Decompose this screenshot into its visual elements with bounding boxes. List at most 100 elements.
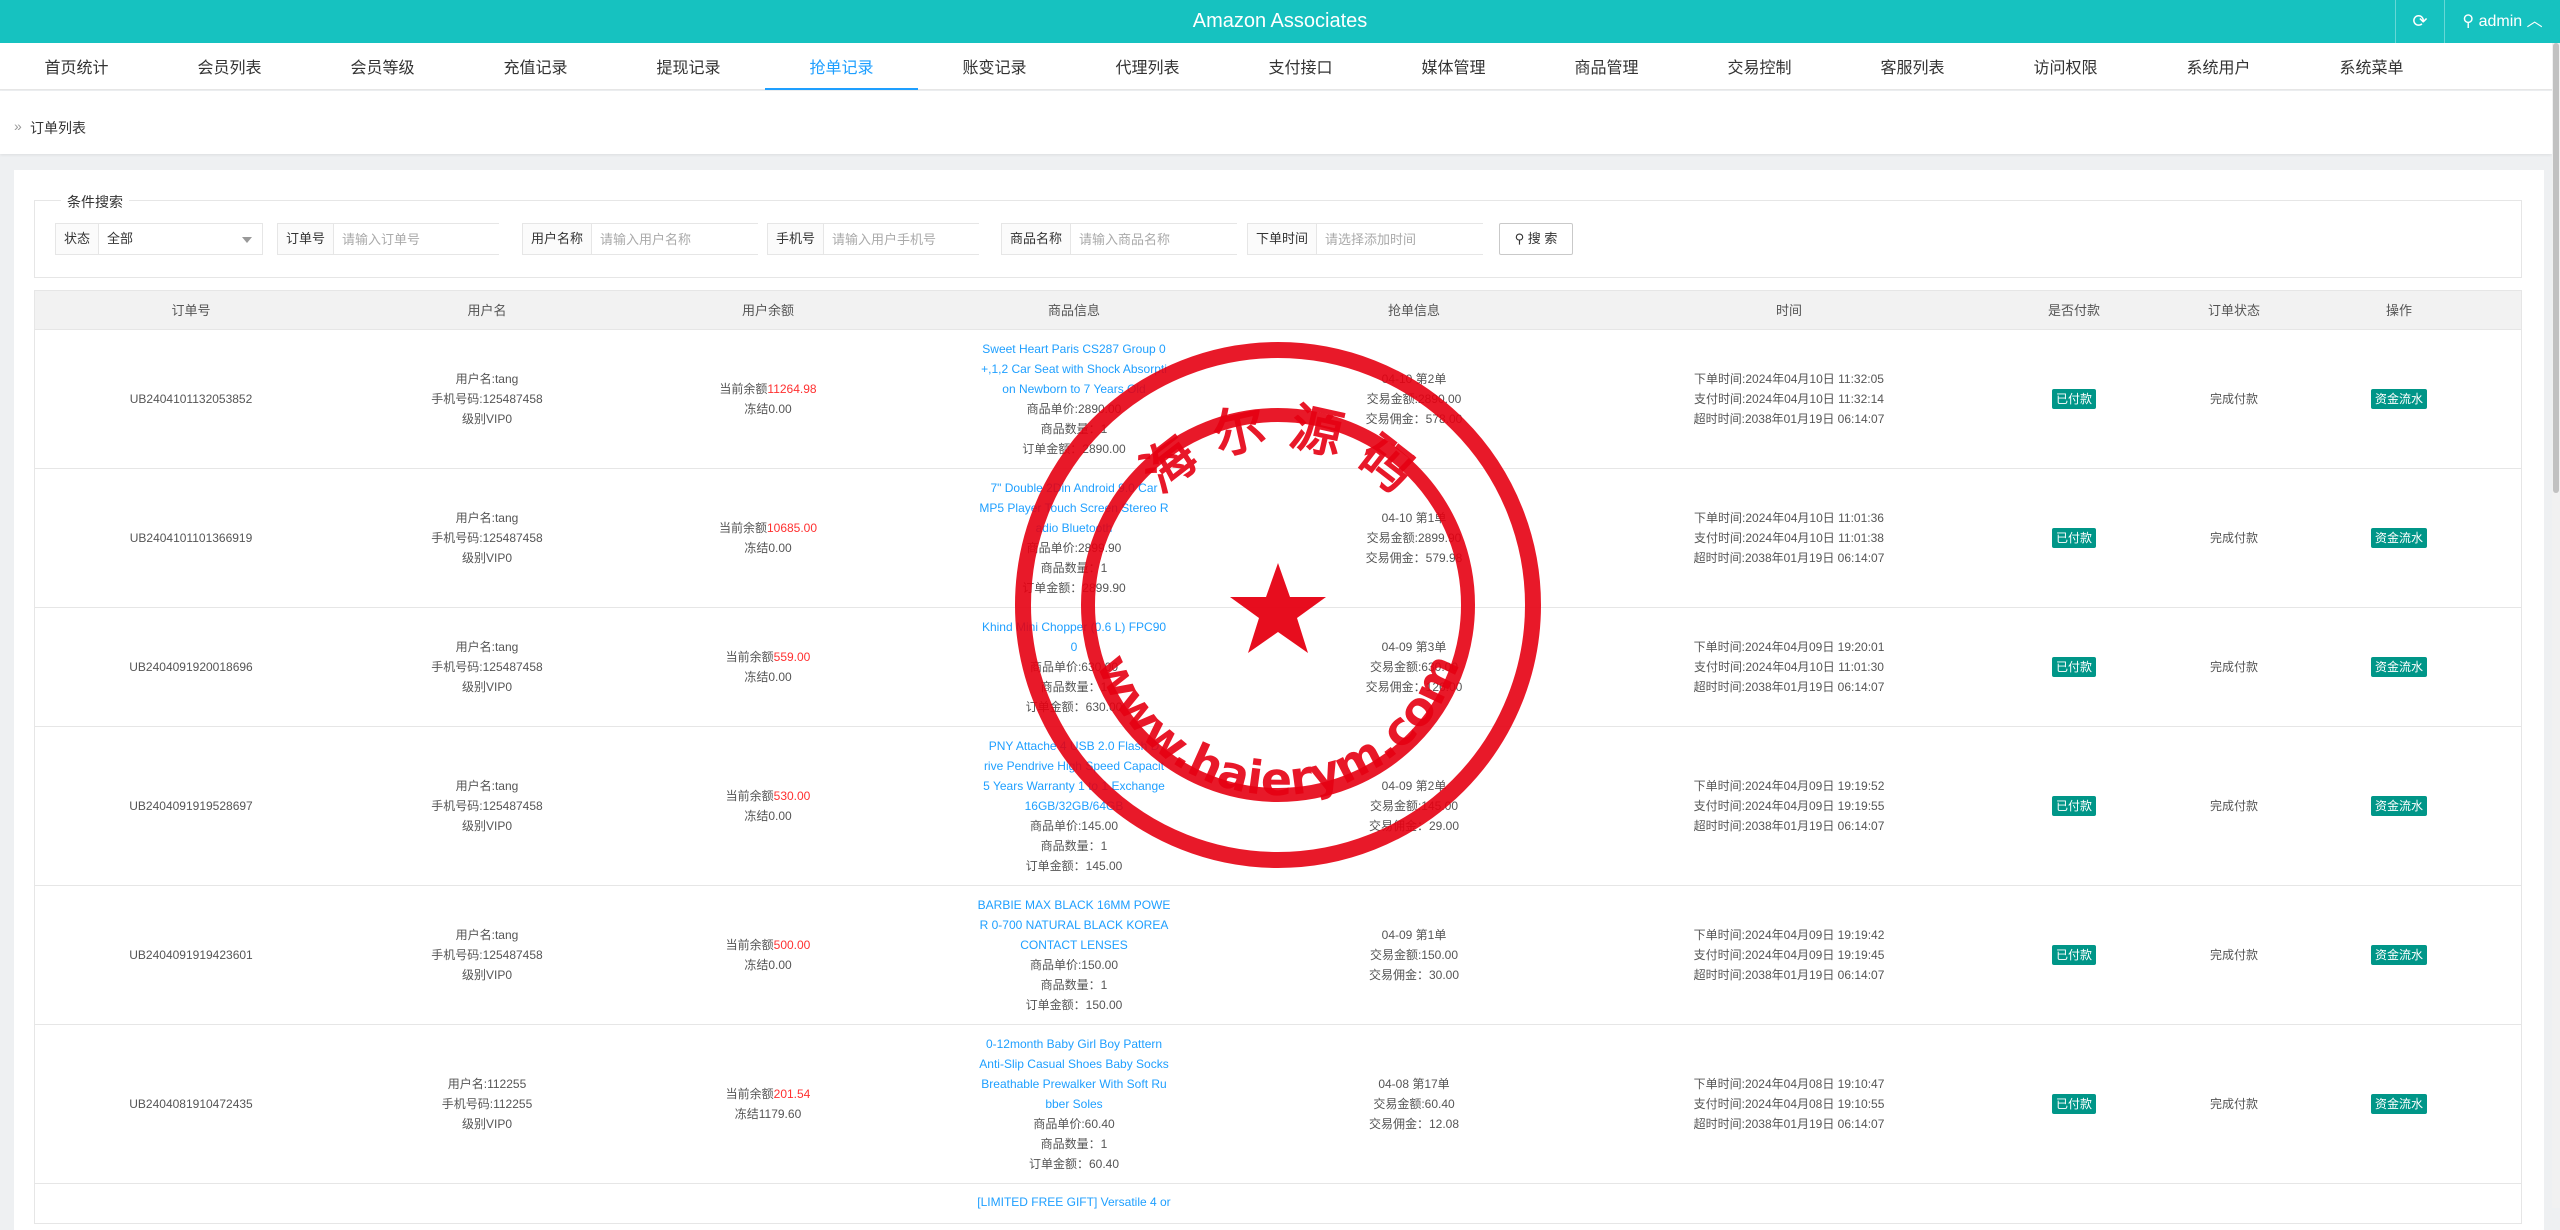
product-info: 7" Double 2Din Android 9.0 Car MP5 Playe… — [909, 469, 1239, 607]
scrollbar[interactable] — [2552, 43, 2560, 1208]
balance-label: 当前余额 — [719, 382, 768, 396]
product-name-line[interactable]: 0 — [1071, 637, 1078, 657]
status-filter[interactable]: 状态 全部 — [55, 223, 263, 255]
search-button[interactable]: ⚲ 搜 索 — [1499, 223, 1573, 255]
product-name-line[interactable]: +,1,2 Car Seat with Shock Absorpti — [981, 359, 1167, 379]
order-input[interactable] — [334, 224, 519, 254]
product-name-line[interactable]: rive Pendrive High Speed Capacit — [984, 756, 1164, 776]
order-time: 下单时间:2024年04月10日 11:32:05 — [1694, 372, 1884, 386]
refresh-icon[interactable]: ⟳ — [2395, 0, 2445, 43]
user-level: 级别VIP0 — [461, 1117, 513, 1131]
product-info: [LIMITED FREE GIFT] Versatile 4 or — [909, 1184, 1239, 1223]
fund-flow-button[interactable]: 资金流水 — [2370, 1094, 2427, 1114]
product-name-line[interactable]: PNY Attache 4 USB 2.0 Flash D — [989, 736, 1160, 756]
product-name-line[interactable]: Anti-Slip Casual Shoes Baby Socks — [979, 1054, 1168, 1074]
grab-seq: 04-09 第3单 — [1381, 640, 1447, 654]
product-info: Khind Mini Chopper (0.6 L) FPC90 0 商品单价:… — [909, 608, 1239, 726]
nav-item-recharge[interactable]: 充值记录 — [459, 43, 612, 90]
product-name-line[interactable]: Sweet Heart Paris CS287 Group 0 — [982, 339, 1165, 359]
search-button-label: 搜 索 — [1527, 231, 1558, 246]
balance-value: 530.00 — [773, 789, 811, 803]
user-input[interactable] — [592, 224, 777, 254]
nav-item-system-users[interactable]: 系统用户 — [2142, 43, 2295, 90]
time-info: 下单时间:2024年04月10日 11:32:05 支付时间:2024年04月1… — [1589, 330, 1989, 468]
order-id: UB2404091919423601 — [129, 948, 253, 962]
product-name-line[interactable]: 7" Double 2Din Android 9.0 Car — [990, 478, 1157, 498]
product-name-line[interactable]: R 0-700 NATURAL BLACK KOREA — [980, 915, 1169, 935]
nav-item-grab-orders[interactable]: 抢单记录 — [765, 43, 918, 90]
order-time: 下单时间:2024年04月09日 19:19:52 — [1693, 779, 1885, 793]
time-input[interactable] — [1317, 224, 1502, 254]
breadcrumb-current: 订单列表 — [30, 120, 86, 136]
timeout-time: 超时时间:2038年01月19日 06:14:07 — [1693, 551, 1885, 565]
timeout-time: 超时时间:2038年01月19日 06:14:07 — [1693, 819, 1885, 833]
fund-flow-button[interactable]: 资金流水 — [2370, 657, 2427, 677]
user-level: 级别VIP0 — [461, 551, 513, 565]
frozen-value: 冻结1179.60 — [734, 1107, 802, 1121]
nav-item-home-stats[interactable]: 首页统计 — [0, 43, 153, 90]
nav-item-payment[interactable]: 支付接口 — [1224, 43, 1377, 90]
balance-value: 201.54 — [773, 1087, 811, 1101]
user-menu[interactable]: ⚲ admin ︿ — [2445, 0, 2560, 43]
timeout-time: 超时时间:2038年01月19日 06:14:07 — [1693, 968, 1885, 982]
col-balance: 用户余额 — [741, 303, 794, 318]
nav-item-access[interactable]: 访问权限 — [1989, 43, 2142, 90]
nav-item-account-changes[interactable]: 账变记录 — [918, 43, 1071, 90]
product-name-line[interactable]: Breathable Prewalker With Soft Ru — [981, 1074, 1166, 1094]
nav-item-agents[interactable]: 代理列表 — [1071, 43, 1224, 90]
unit-price: 商品单价:2899.90 — [1026, 541, 1122, 555]
product-name-line[interactable]: 0-12month Baby Girl Boy Pattern — [986, 1034, 1162, 1054]
user-icon: ⚲ — [2462, 13, 2475, 30]
nav-item-products[interactable]: 商品管理 — [1530, 43, 1683, 90]
table-row: UB2404091919423601 用户名:tang 手机号码:1254874… — [34, 886, 2522, 1025]
user-info: 用户名:112255 手机号码:112255 级别VIP0 — [347, 1025, 627, 1183]
nav-item-trade-control[interactable]: 交易控制 — [1683, 43, 1836, 90]
action-cell: 资金流水 — [2309, 1025, 2489, 1183]
scrollbar-thumb[interactable] — [2553, 43, 2559, 493]
product-input[interactable] — [1071, 224, 1256, 254]
product-name-line[interactable]: Khind Mini Chopper (0.6 L) FPC90 — [982, 617, 1166, 637]
order-amount: 订单金额：2899.90 — [1022, 581, 1126, 595]
nav-item-member-levels[interactable]: 会员等级 — [306, 43, 459, 90]
product-name-line[interactable]: BARBIE MAX BLACK 16MM POWE — [978, 895, 1171, 915]
fund-flow-button[interactable]: 资金流水 — [2370, 389, 2427, 409]
paid-cell: 已付款 — [1989, 330, 2159, 468]
product-name-line[interactable]: adio Bluetooth — [1036, 518, 1113, 538]
product-name-line[interactable]: [LIMITED FREE GIFT] Versatile 4 or — [977, 1192, 1170, 1212]
product-name-line[interactable]: 5 Years Warranty 1 to 1 Exchange — [983, 776, 1165, 796]
user-name: 用户名:112255 — [447, 1077, 527, 1091]
nav-item-system-menu[interactable]: 系统菜单 — [2295, 43, 2448, 90]
unit-price: 商品单价:2890.00 — [1026, 402, 1122, 416]
order-amount: 订单金额：150.00 — [1025, 998, 1123, 1012]
fund-flow-button[interactable]: 资金流水 — [2370, 796, 2427, 816]
order-status: 完成付款 — [2209, 660, 2258, 674]
product-name-line[interactable]: on Newborn to 7 Years Old — [1002, 379, 1145, 399]
balance-label: 当前余额 — [718, 521, 767, 535]
product-name-line[interactable]: MP5 Player Touch Screen Stereo R — [979, 498, 1168, 518]
trade-amount: 交易金额:630.00 — [1369, 660, 1459, 674]
user-name: 用户名:tang — [455, 511, 519, 525]
user-phone: 手机号码:125487458 — [431, 948, 543, 962]
nav-item-members[interactable]: 会员列表 — [153, 43, 306, 90]
product-name-line[interactable]: bber Soles — [1045, 1094, 1102, 1114]
paid-cell: 已付款 — [1989, 886, 2159, 1024]
pay-time: 支付时间:2024年04月10日 11:01:38 — [1694, 531, 1884, 545]
status-select[interactable]: 全部 — [99, 224, 262, 254]
unit-price: 商品单价:60.40 — [1033, 1117, 1115, 1131]
nav-item-service[interactable]: 客服列表 — [1836, 43, 1989, 90]
pay-time: 支付时间:2024年04月10日 11:01:30 — [1694, 660, 1884, 674]
product-name-line[interactable]: CONTACT LENSES — [1020, 935, 1128, 955]
product-name-line[interactable]: 16GB/32GB/64GB — [1025, 796, 1124, 816]
product-info: PNY Attache 4 USB 2.0 Flash D rive Pendr… — [909, 727, 1239, 885]
commission: 交易佣金：126.00 — [1365, 680, 1463, 694]
phone-input[interactable] — [824, 224, 1009, 254]
fund-flow-button[interactable]: 资金流水 — [2370, 945, 2427, 965]
nav-item-withdraw[interactable]: 提现记录 — [612, 43, 765, 90]
fund-flow-button[interactable]: 资金流水 — [2370, 528, 2427, 548]
quantity: 商品数量：1 — [1040, 839, 1108, 853]
order-id: UB2404091920018696 — [129, 660, 253, 674]
nav-item-media[interactable]: 媒体管理 — [1377, 43, 1530, 90]
time-filter: 下单时间 — [1247, 223, 1502, 255]
status-value: 全部 — [107, 231, 134, 246]
product-info: Sweet Heart Paris CS287 Group 0 +,1,2 Ca… — [909, 330, 1239, 468]
